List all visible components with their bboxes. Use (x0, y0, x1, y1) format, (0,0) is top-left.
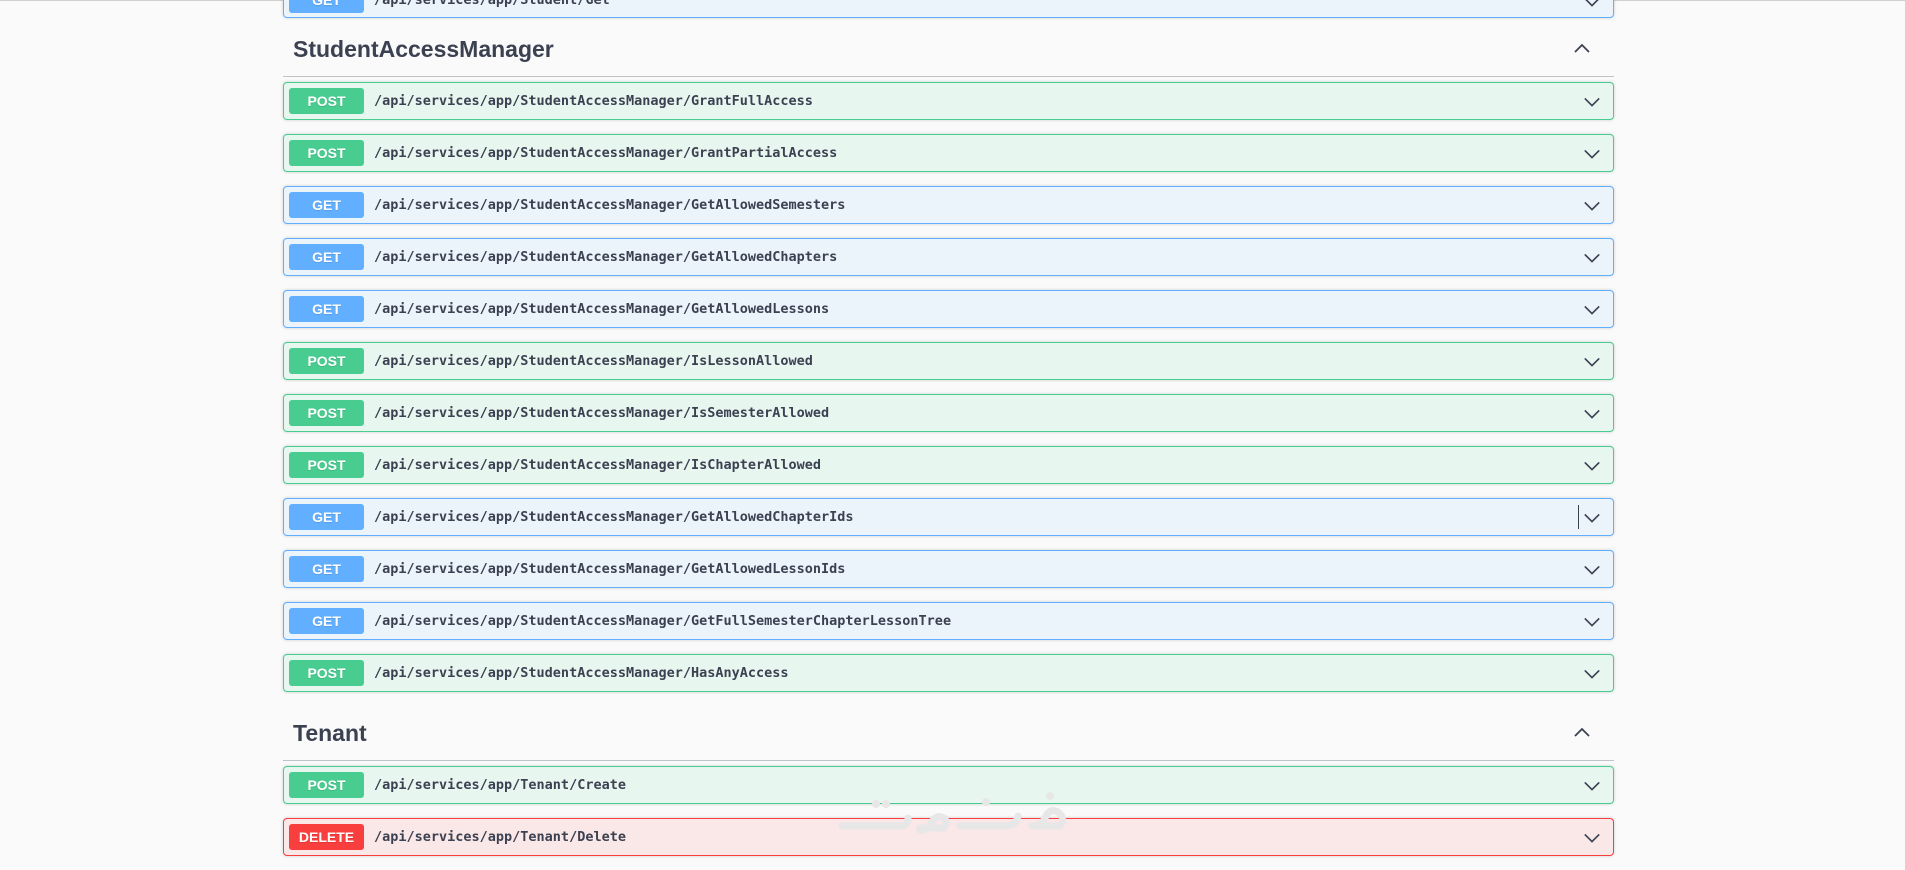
method-badge: GET (289, 0, 364, 13)
method-badge-post: POST (289, 88, 364, 114)
operation-row[interactable]: POST/api/services/app/StudentAccessManag… (283, 82, 1614, 120)
operation-path: /api/services/app/Tenant/Create (374, 777, 626, 793)
focus-separator (1578, 505, 1579, 529)
chevron-down-icon[interactable] (1583, 405, 1601, 423)
tag-section-studentaccessmanager[interactable]: StudentAccessManager (283, 18, 1614, 77)
operation-row[interactable]: POST/api/services/app/StudentAccessManag… (283, 446, 1614, 484)
chevron-down-icon[interactable] (1583, 353, 1601, 371)
method-badge-post: POST (289, 348, 364, 374)
operation-path: /api/services/app/StudentAccessManager/H… (374, 665, 789, 681)
operation-path: /api/services/app/StudentAccessManager/G… (374, 613, 952, 629)
method-badge-get: GET (289, 608, 364, 634)
operation-path: /api/services/app/Student/Get (374, 0, 610, 8)
method-badge-post: POST (289, 660, 364, 686)
operation-student-get[interactable]: GET /api/services/app/Student/Get (283, 0, 1614, 18)
operation-row[interactable]: POST/api/services/app/StudentAccessManag… (283, 654, 1614, 692)
method-badge-get: GET (289, 556, 364, 582)
operation-path: /api/services/app/Tenant/Delete (374, 829, 626, 845)
operation-row[interactable]: GET/api/services/app/StudentAccessManage… (283, 498, 1614, 536)
chevron-down-icon[interactable] (1583, 561, 1601, 579)
chevron-down-icon[interactable] (1583, 829, 1601, 847)
operation-row[interactable]: POST/api/services/app/StudentAccessManag… (283, 394, 1614, 432)
operation-row[interactable]: GET/api/services/app/StudentAccessManage… (283, 238, 1614, 276)
tag-section-tenant[interactable]: Tenant (283, 702, 1614, 761)
method-badge-get: GET (289, 192, 364, 218)
chevron-up-icon[interactable] (1572, 38, 1592, 58)
method-badge-post: POST (289, 140, 364, 166)
chevron-down-icon[interactable] (1583, 457, 1601, 475)
operation-path: /api/services/app/StudentAccessManager/G… (374, 561, 846, 577)
method-badge-delete: DELETE (289, 824, 364, 850)
tag-title: StudentAccessManager (293, 35, 554, 62)
operation-path: /api/services/app/StudentAccessManager/I… (374, 405, 830, 421)
chevron-down-icon[interactable] (1583, 93, 1601, 111)
operation-row[interactable]: POST/api/services/app/Tenant/Create (283, 766, 1614, 804)
operation-row[interactable]: GET/api/services/app/StudentAccessManage… (283, 602, 1614, 640)
operation-path: /api/services/app/StudentAccessManager/G… (374, 145, 838, 161)
method-badge-get: GET (289, 244, 364, 270)
chevron-down-icon[interactable] (1583, 301, 1601, 319)
method-badge-post: POST (289, 452, 364, 478)
chevron-up-icon[interactable] (1572, 722, 1592, 742)
method-badge-get: GET (289, 296, 364, 322)
chevron-down-icon[interactable] (1583, 665, 1601, 683)
chevron-down-icon[interactable] (1583, 777, 1601, 795)
method-badge-post: POST (289, 772, 364, 798)
operation-path: /api/services/app/StudentAccessManager/G… (374, 93, 813, 109)
chevron-down-icon[interactable] (1583, 145, 1601, 163)
swagger-operations: GET /api/services/app/Student/Get Studen… (283, 0, 1614, 870)
operation-row[interactable]: GET/api/services/app/StudentAccessManage… (283, 186, 1614, 224)
chevron-down-icon[interactable] (1583, 613, 1601, 631)
chevron-down-icon[interactable] (1583, 197, 1601, 215)
operation-row[interactable]: POST/api/services/app/StudentAccessManag… (283, 342, 1614, 380)
method-badge-get: GET (289, 504, 364, 530)
chevron-down-icon[interactable] (1583, 249, 1601, 267)
operation-path: /api/services/app/StudentAccessManager/I… (374, 457, 822, 473)
operation-row[interactable]: POST/api/services/app/StudentAccessManag… (283, 134, 1614, 172)
operation-path: /api/services/app/StudentAccessManager/G… (374, 197, 846, 213)
operation-path: /api/services/app/StudentAccessManager/G… (374, 301, 830, 317)
operation-row[interactable]: DELETE/api/services/app/Tenant/Delete (283, 818, 1614, 856)
operation-path: /api/services/app/StudentAccessManager/G… (374, 509, 854, 525)
operation-row[interactable]: GET/api/services/app/StudentAccessManage… (283, 290, 1614, 328)
operation-path: /api/services/app/StudentAccessManager/G… (374, 249, 838, 265)
operation-row[interactable]: GET/api/services/app/StudentAccessManage… (283, 550, 1614, 588)
tag-title: Tenant (293, 719, 367, 746)
method-badge-post: POST (289, 400, 364, 426)
operation-path: /api/services/app/StudentAccessManager/I… (374, 353, 813, 369)
chevron-down-icon[interactable] (1583, 509, 1601, 527)
chevron-down-icon[interactable] (1583, 0, 1601, 11)
